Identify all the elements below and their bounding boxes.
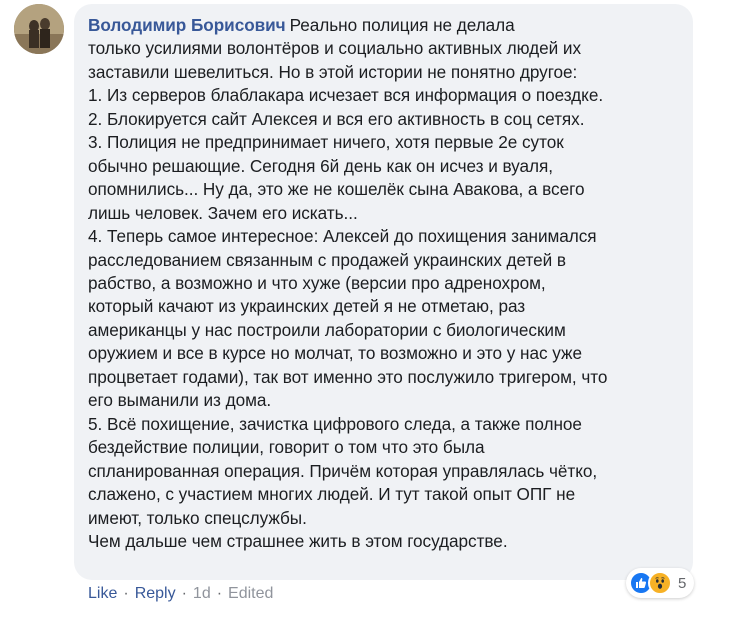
comment-line: только усилиями волонтёров и социально а… xyxy=(88,38,581,59)
comment-line: Володимир Борисович Реально полиция не де… xyxy=(88,15,515,35)
comment-line: расследованием связанным с продажей укра… xyxy=(88,249,566,270)
comment-line: 4. Теперь самое интересное: Алексей до п… xyxy=(88,226,597,247)
reactions-summary[interactable]: 5 xyxy=(626,568,695,598)
edited-label[interactable]: Edited xyxy=(228,585,273,603)
avatar-photo xyxy=(14,4,64,54)
separator-dot: · xyxy=(181,585,187,602)
comment-line: слажено, с участием многих людей. И тут … xyxy=(88,484,576,505)
comment-line: бездействие полиции, говорит о том что э… xyxy=(88,437,485,458)
comment-bubble: Володимир Борисович Реально полиция не де… xyxy=(74,4,693,580)
comment-line: Чем дальше чем страшнее жить в этом госу… xyxy=(88,530,508,551)
comment-line: обычно решающие. Сегодня 6й день как он … xyxy=(88,155,554,176)
separator-dot: · xyxy=(216,585,223,602)
like-link[interactable]: Like xyxy=(88,585,117,603)
comment-line: оружием и все в курсе но молчат, то возм… xyxy=(88,343,582,364)
avatar[interactable] xyxy=(14,4,64,54)
reply-link[interactable]: Reply xyxy=(135,585,176,603)
comment-line: спланированная операция. Причём которая … xyxy=(88,460,598,481)
wow-icon xyxy=(648,571,672,595)
comment-line: опомнились... Ну да, это же не кошелёк с… xyxy=(88,179,585,200)
comment-line: 1. Из серверов блаблакара исчезает вся и… xyxy=(88,85,604,106)
reaction-count: 5 xyxy=(678,574,687,592)
comment-line: лишь человек. Зачем его искать... xyxy=(88,202,358,223)
comment-actions: Like · Reply · 1d · Edited xyxy=(88,585,273,603)
comment-line: который качают из украинских детей я не … xyxy=(88,296,526,317)
comment-line: рабство, а возможно и что хуже (версии п… xyxy=(88,272,546,293)
separator-dot: · xyxy=(123,585,129,602)
comment-line: его выманили из дома. xyxy=(88,390,272,411)
comment-line: 3. Полиция не предпринимает ничего, хотя… xyxy=(88,132,564,153)
author-name[interactable]: Володимир Борисович xyxy=(88,15,286,35)
comment-text: Володимир Борисович Реально полиция не де… xyxy=(88,14,679,553)
comment-line: 2. Блокируется сайт Алексея и вся его ак… xyxy=(88,108,585,129)
comment-line: американцы у нас построили лаборатории с… xyxy=(88,319,566,340)
comment-line: имеют, только спецслужбы. xyxy=(88,507,307,528)
comment-line: 5. Всё похищение, зачистка цифрового сле… xyxy=(88,413,582,434)
timestamp[interactable]: 1d xyxy=(193,585,211,603)
comment-line: заставили шевелиться. Но в этой истории … xyxy=(88,61,578,82)
comment-line: процветает годами), так вот именно это п… xyxy=(88,366,608,387)
